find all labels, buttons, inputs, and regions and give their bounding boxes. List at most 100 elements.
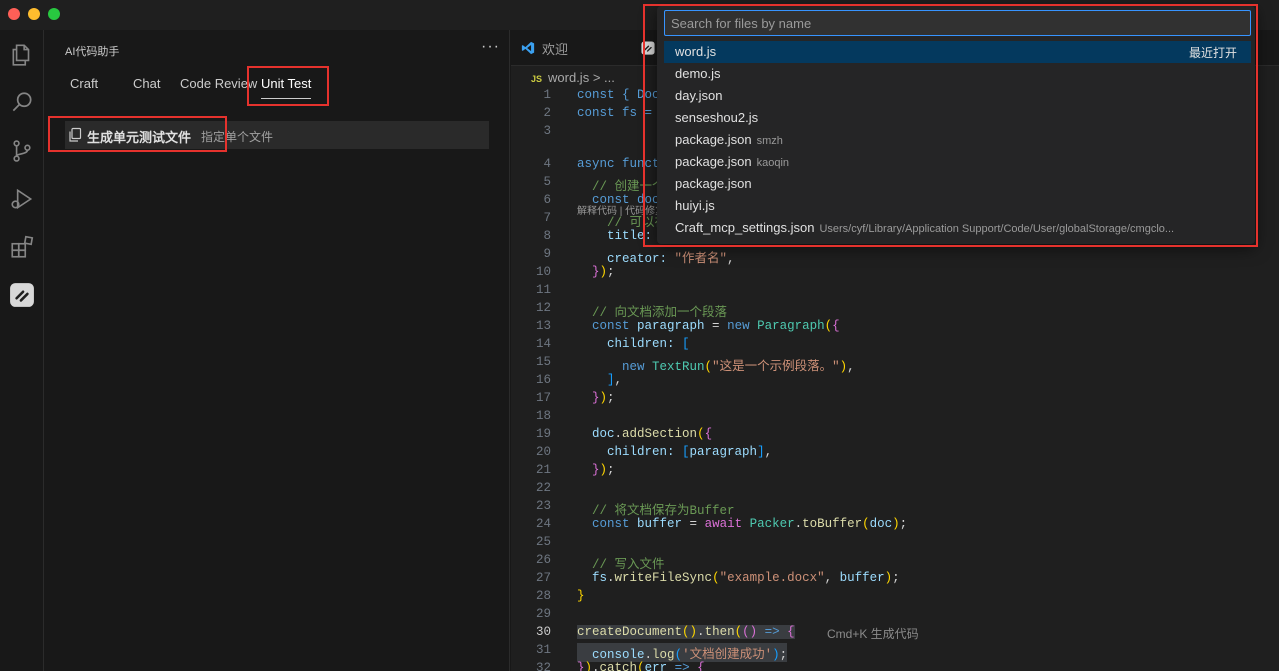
window-maximize-button[interactable]: [48, 8, 60, 20]
code-token: err: [644, 661, 668, 671]
file-name: demo.js: [675, 66, 721, 81]
code-line: 17 });: [511, 391, 1279, 409]
code-token: =: [682, 517, 705, 531]
line-number: 25: [535, 535, 551, 549]
breadcrumb: JS word.js > ...: [531, 70, 615, 85]
tab-unit-test[interactable]: Unit Test: [261, 76, 312, 99]
code-line: 9 creator: "作者名",: [511, 247, 1279, 266]
file-name: package.json: [675, 154, 752, 169]
cmd-k-hint: Cmd+K 生成代码: [827, 627, 919, 641]
code-token: '文档创建成功': [682, 648, 773, 662]
file-result-item[interactable]: demo.js: [664, 63, 1251, 85]
code-token: async funct: [577, 157, 660, 171]
tab-welcome-label: 欢迎: [542, 41, 569, 57]
code-line: 13 const paragraph = new Paragraph({: [511, 319, 1279, 337]
file-path: smzh: [756, 135, 783, 147]
tab-code-review[interactable]: Code Review: [180, 76, 257, 91]
line-number: 15: [535, 355, 551, 369]
line-number: 10: [535, 265, 551, 279]
line-number: 31: [535, 643, 551, 657]
code-token: buffer: [637, 517, 683, 531]
window-close-button[interactable]: [8, 8, 20, 20]
breadcrumb-rest[interactable]: > ...: [593, 70, 615, 85]
line-number: 30: [535, 625, 551, 639]
line-number: 14: [535, 337, 551, 351]
code-token: doc: [869, 517, 893, 531]
code-token: const: [592, 319, 638, 333]
line-number: 2: [543, 106, 551, 120]
code-token: console: [592, 648, 645, 662]
file-path: kaoqin: [756, 157, 790, 169]
code-token: writeFileSync: [614, 571, 713, 585]
file-name: word.js: [675, 44, 717, 59]
code-token: toBuffer: [802, 517, 863, 531]
explorer-icon[interactable]: [7, 40, 37, 70]
line-number: 1: [543, 88, 551, 102]
code-token: // 向文档添加一个段落: [592, 306, 728, 320]
file-path: Users/cyf/Library/Application Support/Co…: [819, 223, 1175, 235]
tab-ai-assistant[interactable]: [641, 30, 655, 66]
file-result-item[interactable]: day.json: [664, 85, 1251, 107]
tab-chat[interactable]: Chat: [133, 76, 160, 91]
activity-bar: [0, 30, 44, 671]
line-number: 24: [535, 517, 551, 531]
tab-craft[interactable]: Craft: [70, 76, 98, 91]
code-line: 21 });: [511, 463, 1279, 481]
code-token: fs: [592, 571, 608, 585]
code-line: 26 // 写入文件: [511, 553, 1279, 572]
more-actions-icon[interactable]: ···: [481, 38, 500, 56]
line-number: 17: [535, 391, 551, 405]
single-file-hint: 指定单个文件: [201, 130, 274, 144]
run-debug-icon[interactable]: [7, 184, 37, 214]
line-number: 18: [535, 409, 551, 423]
source-control-icon[interactable]: [7, 136, 37, 166]
code-token: await: [704, 517, 750, 531]
file-name: package.json: [675, 132, 752, 147]
window-minimize-button[interactable]: [28, 8, 40, 20]
file-search-input[interactable]: [664, 10, 1251, 36]
code-line: 14 children: [: [511, 337, 1279, 355]
file-name: Craft_mcp_settings.json: [675, 220, 815, 235]
code-token: // 写入文件: [592, 558, 665, 572]
code-line: 27 fs.writeFileSync("example.docx", buff…: [511, 571, 1279, 589]
search-icon[interactable]: [7, 88, 37, 118]
line-number: 20: [535, 445, 551, 459]
line-number: 22: [535, 481, 551, 495]
line-number: 32: [535, 661, 551, 671]
file-result-item[interactable]: Craft_mcp_settings.json Users/cyf/Library…: [664, 217, 1251, 239]
code-token: children:: [607, 337, 683, 351]
code-token: new: [727, 319, 758, 333]
file-result-item[interactable]: huiyi.js: [664, 195, 1251, 217]
code-token: =: [704, 319, 728, 333]
file-result-item[interactable]: package.json smzh: [664, 129, 1251, 151]
ai-assistant-panel: AI代码助手 ··· Craft Chat Code Review Unit T…: [45, 30, 510, 671]
code-line: 12 // 向文档添加一个段落: [511, 301, 1279, 320]
breadcrumb-file[interactable]: word.js: [548, 70, 589, 85]
code-line: 28}: [511, 589, 1279, 607]
file-result-item[interactable]: package.json kaoqin: [664, 151, 1251, 173]
copy-icon: [69, 127, 82, 142]
code-line: 25: [511, 535, 1279, 553]
panel-title: AI代码助手: [65, 46, 120, 58]
line-number: 12: [535, 301, 551, 315]
generate-unit-test-button[interactable]: 生成单元测试文件 指定单个文件: [65, 121, 489, 149]
line-number: 19: [535, 427, 551, 441]
code-line: 15 new TextRun("这是一个示例段落。"),: [511, 355, 1279, 374]
line-number: 11: [535, 283, 551, 297]
code-token: const: [592, 517, 638, 531]
code-token: addSection: [622, 427, 698, 441]
code-token: TextRun: [652, 360, 705, 374]
file-result-item[interactable]: senseshou2.js: [664, 107, 1251, 129]
code-line: 31 console.log('文档创建成功');: [511, 643, 1279, 662]
js-file-icon: JS: [531, 74, 543, 84]
recently-opened-label: 最近打开: [1188, 46, 1237, 60]
code-token: "example.docx": [719, 571, 825, 585]
tab-welcome[interactable]: 欢迎: [521, 30, 568, 66]
extensions-icon[interactable]: [7, 232, 37, 262]
file-result-item[interactable]: package.json: [664, 173, 1251, 195]
code-token: "作者名": [674, 252, 728, 266]
code-token: const doc: [592, 193, 660, 207]
file-result-item[interactable]: word.js 最近打开: [664, 41, 1251, 63]
code-token: new: [622, 360, 653, 374]
ai-assistant-icon[interactable]: [7, 280, 37, 310]
